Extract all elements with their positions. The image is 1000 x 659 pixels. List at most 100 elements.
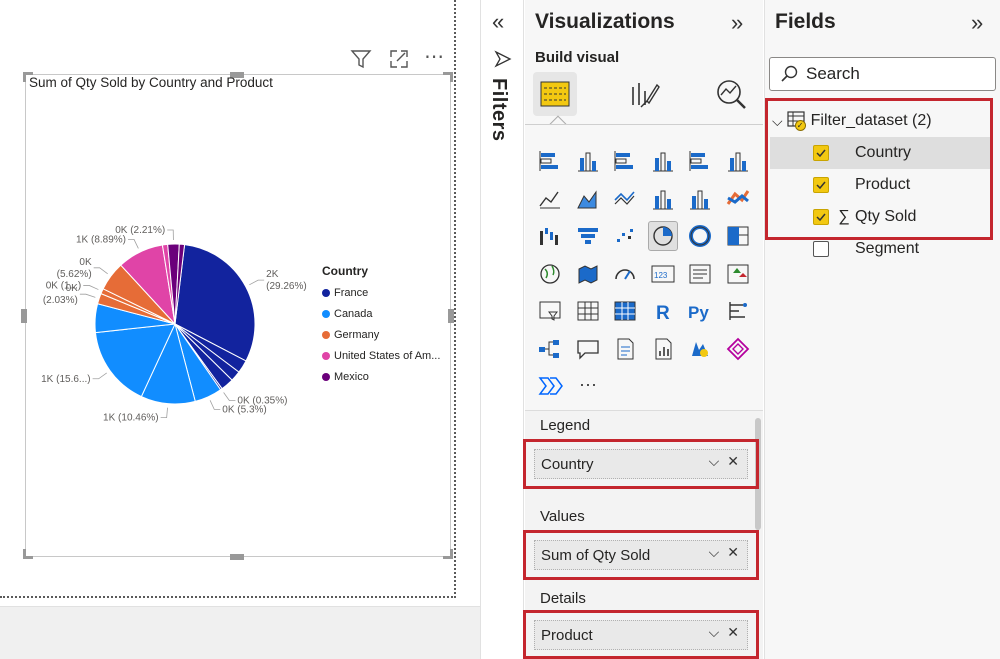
- values-field-chip[interactable]: Sum of Qty Sold ⌵ ✕: [534, 540, 748, 570]
- more-options-icon[interactable]: ⋯: [424, 44, 445, 69]
- fields-title: Fields: [775, 10, 836, 33]
- legend-label: Mexico: [334, 370, 369, 383]
- legend-item[interactable]: France: [322, 282, 440, 303]
- scatter-chart-icon[interactable]: [610, 221, 640, 251]
- line-column-chart-icon[interactable]: [648, 184, 678, 214]
- chevron-double-right-icon[interactable]: »: [731, 10, 743, 36]
- details-well[interactable]: Product ⌵ ✕: [523, 610, 759, 659]
- legend-item[interactable]: Mexico: [322, 366, 440, 387]
- key-influencers-icon[interactable]: [723, 296, 753, 326]
- clustered-bar-chart-icon[interactable]: [610, 146, 640, 176]
- more-visuals-icon[interactable]: ···: [573, 371, 603, 401]
- legend-color-dot: [322, 351, 330, 360]
- line-stacked-column-icon[interactable]: [685, 184, 715, 214]
- legend-field-name: Country: [541, 455, 594, 473]
- legend-well-label: Legend: [540, 417, 591, 434]
- leader-line: [223, 392, 236, 402]
- waterfall-chart-icon[interactable]: [535, 221, 565, 251]
- chevron-double-left-icon[interactable]: «: [492, 9, 504, 35]
- r-visual-icon[interactable]: R: [648, 296, 678, 326]
- qna-icon[interactable]: [573, 334, 603, 364]
- data-label: 1K (10.46%): [103, 413, 159, 424]
- stacked-column-chart-icon[interactable]: [573, 146, 603, 176]
- filter-icon[interactable]: [350, 48, 372, 76]
- filters-label[interactable]: Filters: [487, 78, 510, 142]
- close-icon[interactable]: ✕: [727, 624, 739, 641]
- build-visual-tab[interactable]: [533, 72, 577, 116]
- legend-field-chip[interactable]: Country ⌵ ✕: [534, 449, 748, 479]
- chevron-down-icon[interactable]: ⌵: [709, 544, 720, 561]
- resize-handle-bottom-left[interactable]: [23, 549, 33, 559]
- legend-label: Canada: [334, 307, 373, 320]
- data-label: 1K (15.6...): [41, 374, 90, 385]
- kpi-icon[interactable]: [723, 259, 753, 289]
- 100-stacked-column-icon[interactable]: [723, 146, 753, 176]
- table-icon[interactable]: [573, 296, 603, 326]
- funnel-chart-icon[interactable]: [573, 221, 603, 251]
- chevron-double-right-icon[interactable]: »: [971, 10, 983, 36]
- legend-item[interactable]: United States of Am...: [322, 345, 440, 366]
- analytics-tab[interactable]: [709, 72, 753, 116]
- legend-item[interactable]: Canada: [322, 303, 440, 324]
- matrix-icon[interactable]: [610, 296, 640, 326]
- power-automate-icon[interactable]: [535, 371, 565, 401]
- card-icon[interactable]: 123: [648, 259, 678, 289]
- format-visual-tab[interactable]: [622, 72, 666, 116]
- leader-line: [209, 400, 221, 410]
- azure-map-icon[interactable]: [685, 334, 715, 364]
- filled-map-icon[interactable]: [573, 259, 603, 289]
- smart-narrative-icon[interactable]: [610, 334, 640, 364]
- close-icon[interactable]: ✕: [727, 544, 739, 561]
- resize-handle-top-right[interactable]: [443, 72, 453, 82]
- funnel-icon: [494, 50, 512, 73]
- area-chart-icon[interactable]: [573, 184, 603, 214]
- filters-pane-collapsed[interactable]: « Filters: [480, 0, 524, 659]
- slicer-icon[interactable]: [535, 296, 565, 326]
- chevron-down-icon[interactable]: ⌵: [709, 624, 720, 641]
- leader-line: [160, 407, 168, 419]
- svg-text:···: ···: [579, 374, 597, 394]
- line-chart-icon[interactable]: [535, 184, 565, 214]
- search-placeholder: Search: [806, 64, 860, 83]
- decomposition-tree-icon[interactable]: [535, 334, 565, 364]
- clustered-column-chart-icon[interactable]: [648, 146, 678, 176]
- resize-handle-bottom-right[interactable]: [443, 549, 453, 559]
- stacked-bar-chart-icon[interactable]: [535, 146, 565, 176]
- data-label: 0K (1...): [46, 280, 82, 291]
- close-icon[interactable]: ✕: [727, 453, 739, 470]
- legend-label: France: [334, 286, 369, 299]
- pie-chart-icon[interactable]: [647, 221, 678, 251]
- resize-handle-right[interactable]: [448, 309, 454, 323]
- ribbon-chart-icon[interactable]: [723, 184, 753, 214]
- values-well[interactable]: Sum of Qty Sold ⌵ ✕: [523, 530, 759, 580]
- values-well-label: Values: [540, 508, 585, 525]
- svg-text:R: R: [656, 303, 670, 324]
- details-field-chip[interactable]: Product ⌵ ✕: [534, 620, 748, 650]
- chevron-down-icon[interactable]: ⌵: [709, 453, 720, 470]
- legend-label: Germany: [334, 328, 380, 341]
- legend-well[interactable]: Country ⌵ ✕: [523, 439, 759, 489]
- focus-mode-icon[interactable]: [388, 48, 410, 76]
- visualizations-title: Visualizations: [535, 10, 675, 33]
- leader-line: [93, 267, 108, 275]
- treemap-icon[interactable]: [723, 221, 753, 251]
- leader-line: [128, 239, 139, 249]
- map-icon[interactable]: [535, 259, 565, 289]
- multi-row-card-icon[interactable]: [685, 259, 715, 289]
- gauge-icon[interactable]: [610, 259, 640, 289]
- legend-item[interactable]: Germany: [322, 324, 440, 345]
- field-label: Segment: [855, 240, 920, 257]
- legend-title: Country: [322, 264, 368, 278]
- svg-text:123: 123: [654, 271, 668, 280]
- data-label: 0K (5.62%): [57, 257, 92, 280]
- resize-handle-bottom[interactable]: [230, 554, 244, 560]
- python-visual-icon[interactable]: Py: [685, 296, 715, 326]
- fields-search-input[interactable]: Search: [769, 57, 996, 91]
- 100-stacked-bar-icon[interactable]: [685, 146, 715, 176]
- stacked-area-chart-icon[interactable]: [610, 184, 640, 214]
- field-checkbox[interactable]: [813, 241, 829, 257]
- paginated-report-icon[interactable]: [648, 334, 678, 364]
- donut-chart-icon[interactable]: [685, 221, 715, 251]
- power-apps-icon[interactable]: [723, 334, 753, 364]
- legend-color-dot: [322, 330, 330, 339]
